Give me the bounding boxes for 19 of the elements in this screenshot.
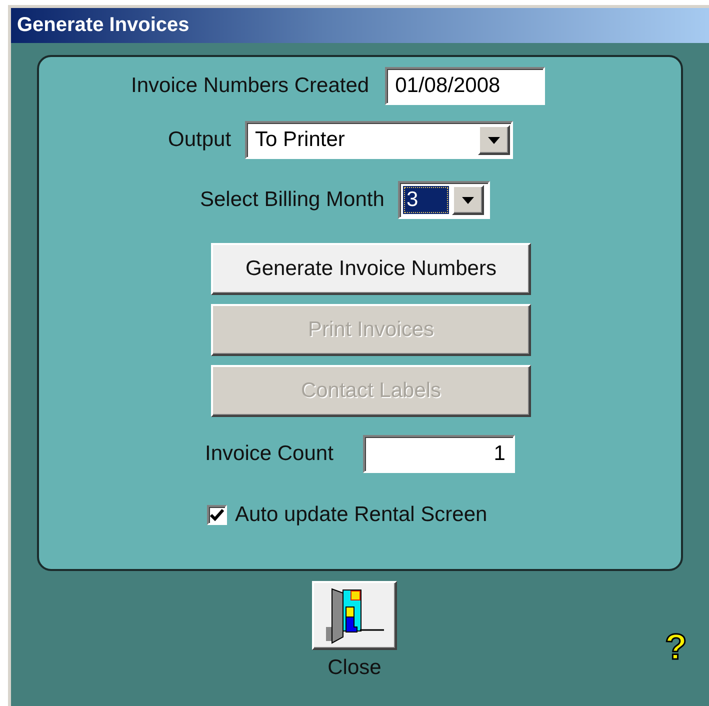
close-label: Close xyxy=(328,656,382,680)
field-label: Invoice Count xyxy=(205,442,334,466)
checkbox-label: Auto update Rental Screen xyxy=(235,503,488,527)
help-icon[interactable]: ? xyxy=(665,629,687,665)
text-field[interactable]: 1 xyxy=(363,435,516,473)
field-label: Select Billing Month xyxy=(200,188,384,212)
action-button[interactable]: Generate Invoice Numbers xyxy=(211,243,531,295)
caret-icon xyxy=(488,136,500,144)
dropdown-button[interactable] xyxy=(478,125,510,155)
text-field[interactable]: 01/08/2008 xyxy=(385,67,546,105)
field-label: Invoice Numbers Created xyxy=(131,74,370,98)
window-title: Generate Invoices xyxy=(11,8,709,43)
dropdown-button[interactable] xyxy=(452,185,484,215)
dropdown-field[interactable]: 3 xyxy=(398,181,490,219)
dropdown-field[interactable]: To Printer xyxy=(245,121,514,159)
checkbox[interactable] xyxy=(207,505,227,525)
field-label: Output xyxy=(168,128,232,152)
caret-icon xyxy=(462,196,474,204)
close-button[interactable] xyxy=(312,581,397,650)
